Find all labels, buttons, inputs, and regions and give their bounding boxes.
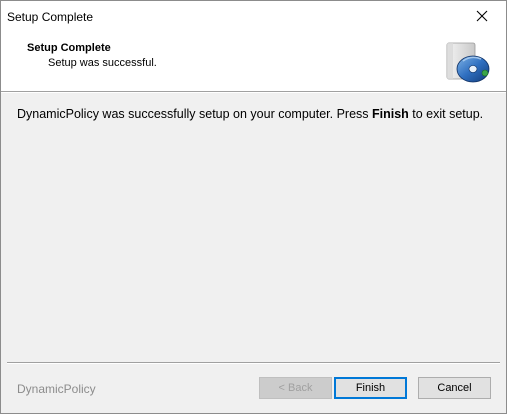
completion-message: DynamicPolicy was successfully setup on … <box>17 106 487 122</box>
setup-dialog: Setup Complete Setup Complete Setup was … <box>0 0 507 414</box>
setup-package-icon <box>446 42 490 83</box>
footer-separator <box>7 362 500 364</box>
cancel-button[interactable]: Cancel <box>418 377 491 399</box>
message-text: DynamicPolicy was successfully setup on … <box>17 107 372 121</box>
message-text-end: to exit setup. <box>408 107 484 121</box>
header-separator <box>1 91 506 93</box>
header-subtitle: Setup was successful. <box>48 57 157 69</box>
finish-button[interactable]: Finish <box>334 377 407 399</box>
wizard-header: Setup Complete Setup was successful. <box>1 31 506 91</box>
back-button[interactable]: < Back <box>259 377 332 399</box>
message-finish-emphasis: Finish <box>372 107 409 121</box>
brand-label: DynamicPolicy <box>17 382 96 396</box>
window-title: Setup Complete <box>7 10 94 24</box>
header-title: Setup Complete <box>27 42 111 54</box>
close-icon <box>476 10 488 22</box>
title-bar: Setup Complete <box>1 1 506 31</box>
close-button[interactable] <box>460 1 506 31</box>
